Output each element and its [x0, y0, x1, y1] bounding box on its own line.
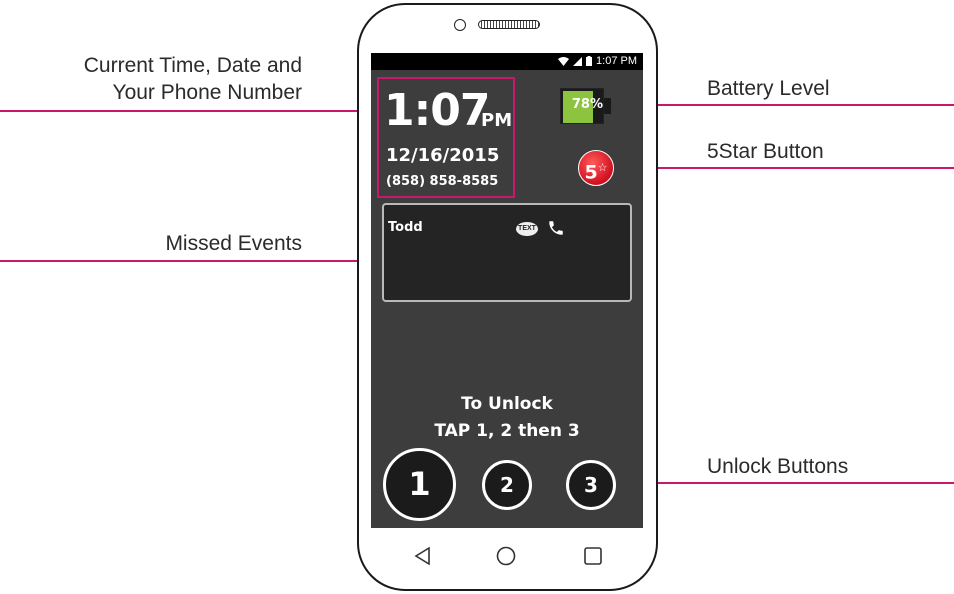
battery-indicator: 78%: [560, 88, 615, 124]
time-date-panel: 1:07 PM 12/16/2015 (858) 858-8585: [377, 77, 515, 198]
battery-percent: 78%: [571, 97, 603, 112]
lock-screen: 1:07 PM 1:07 PM 12/16/2015 (858) 858-858…: [371, 53, 643, 528]
callout-battery-level: Battery Level: [707, 77, 830, 100]
unlock-instruction-line2: TAP 1, 2 then 3: [434, 421, 580, 441]
fivestar-label: 5: [584, 161, 598, 184]
status-bar: 1:07 PM: [371, 53, 643, 70]
clock-time: 1:07: [384, 85, 490, 136]
clock-ampm: PM: [481, 110, 513, 131]
battery-icon: [586, 56, 593, 66]
unlock-button-2[interactable]: 2: [482, 460, 532, 510]
callout-unlock-line: [618, 482, 954, 484]
status-time: 1:07 PM: [596, 55, 637, 67]
wifi-icon: [558, 56, 570, 66]
star-icon: ☆: [597, 161, 608, 174]
callout-time-date: Current Time, Date and Your Phone Number: [0, 52, 302, 106]
missed-event-name: Todd: [388, 220, 423, 235]
home-icon[interactable]: [496, 546, 516, 566]
callout-missed-events: Missed Events: [165, 232, 302, 255]
battery-tip: [604, 98, 611, 114]
clock-date: 12/16/2015: [386, 145, 500, 166]
callout-time-date-line: [0, 110, 382, 112]
callout-time-date-line1: Current Time, Date and: [83, 54, 302, 77]
unlock-button-1[interactable]: 1: [383, 448, 456, 521]
callout-fivestar-line: [614, 167, 954, 169]
phone-number: (858) 858-8585: [386, 174, 499, 189]
signal-icon: [573, 56, 583, 66]
status-icons: 1:07 PM: [558, 55, 637, 67]
unlock-button-3[interactable]: 3: [566, 460, 616, 510]
callout-unlock-buttons: Unlock Buttons: [707, 455, 849, 478]
callout-time-date-line2: Your Phone Number: [112, 81, 302, 104]
unlock-instruction-line1: To Unlock: [461, 394, 553, 414]
callout-fivestar-button: 5Star Button: [707, 140, 824, 163]
fivestar-button[interactable]: 5☆: [578, 150, 614, 186]
recents-icon[interactable]: [583, 546, 603, 566]
callout-missed-events-line: [0, 260, 386, 262]
front-camera: [454, 19, 466, 31]
callout-battery-line: [611, 104, 954, 106]
back-icon[interactable]: [413, 546, 433, 566]
missed-events-panel[interactable]: Todd TEXT: [382, 203, 632, 302]
text-message-icon: TEXT: [516, 222, 538, 236]
earpiece-speaker: [478, 20, 540, 29]
phone-call-icon: [549, 221, 563, 235]
